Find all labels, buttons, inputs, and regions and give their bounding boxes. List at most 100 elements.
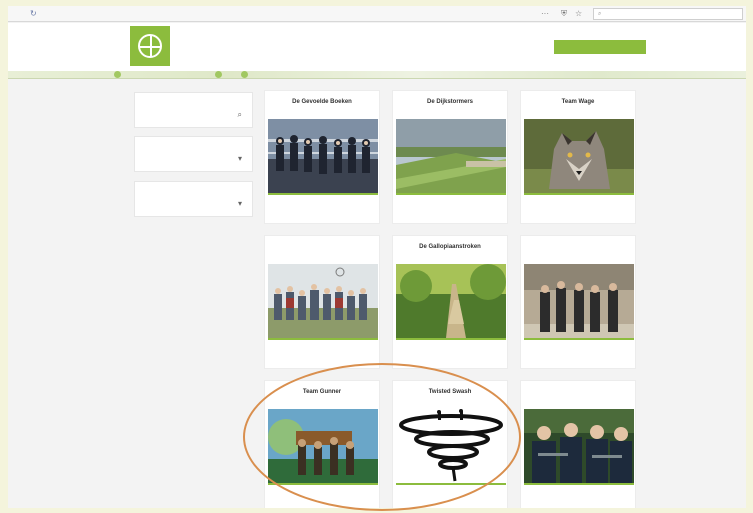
team-name[interactable]: De Gallopiaanstroken: [393, 244, 507, 252]
stat-label: [433, 354, 470, 360]
stat: [396, 346, 433, 360]
stat-label: [433, 209, 470, 215]
shield-icon[interactable]: ⛨: [561, 9, 567, 19]
stat-label: [268, 499, 305, 505]
team-photo[interactable]: [524, 119, 634, 193]
filter-value[interactable]: [145, 113, 225, 121]
stat: [469, 491, 506, 505]
stat-value: [268, 201, 305, 209]
team-card[interactable]: De Dijkstormers: [392, 90, 508, 224]
filter-select-2[interactable]: ▾: [134, 181, 253, 217]
filter-label: [145, 189, 225, 196]
stat-label: [396, 209, 433, 215]
stat: [561, 346, 598, 360]
team-card[interactable]: De Gevoelde Boeken: [264, 90, 380, 224]
stat-label: [524, 209, 561, 215]
browser-search[interactable]: ⌕: [593, 8, 743, 20]
stat: [268, 201, 305, 215]
stat-label: [268, 354, 305, 360]
filter-value[interactable]: [145, 202, 225, 210]
stat: [469, 346, 506, 360]
stat-label: [524, 354, 561, 360]
team-photo[interactable]: [268, 119, 378, 193]
team-card[interactable]: [520, 380, 636, 508]
card-divider: [524, 483, 634, 485]
stat: [561, 491, 598, 505]
more-icon[interactable]: ···: [541, 9, 549, 18]
filter-value[interactable]: [145, 157, 225, 165]
stat-value: [561, 491, 598, 499]
card-divider: [268, 338, 378, 340]
stat-value: [396, 346, 433, 354]
stat-label: [396, 354, 433, 360]
stat: [561, 201, 598, 215]
team-photo[interactable]: [524, 264, 634, 338]
stat: [433, 346, 470, 360]
main-nav: [178, 43, 344, 52]
team-photo[interactable]: [396, 119, 506, 193]
stat-label: [305, 209, 342, 215]
reload-icon[interactable]: ↻: [30, 9, 37, 19]
stat: [341, 201, 378, 215]
cta-button[interactable]: [554, 40, 646, 54]
stat: [305, 346, 342, 360]
nav-item-4[interactable]: [283, 43, 309, 52]
filter-label: [145, 100, 225, 107]
stat-value: [433, 346, 470, 354]
logo-icon: [138, 34, 162, 58]
team-stats: [524, 346, 634, 360]
team-card[interactable]: De Gallopiaanstroken: [392, 235, 508, 369]
team-photo[interactable]: [268, 264, 378, 338]
team-name[interactable]: [265, 244, 379, 252]
team-stats: [396, 201, 506, 215]
nav-item-3[interactable]: [248, 43, 274, 52]
search-icon: ⌕: [598, 10, 602, 17]
stat-label: [561, 354, 598, 360]
stat-value: [597, 491, 634, 499]
map-banner[interactable]: [8, 71, 746, 79]
nav-item-1[interactable]: [178, 43, 204, 52]
search-icon[interactable]: ⌕: [238, 110, 242, 120]
nav-item-2[interactable]: [213, 43, 239, 52]
stat-label: [561, 499, 598, 505]
stat-label: [597, 354, 634, 360]
team-photo[interactable]: [524, 409, 634, 483]
stat-label: [305, 354, 342, 360]
chevron-down-icon[interactable]: ▾: [238, 154, 242, 163]
stat: [597, 491, 634, 505]
stat: [469, 201, 506, 215]
map-marker-icon: [114, 71, 121, 78]
card-divider: [396, 193, 506, 195]
stat-value: [469, 491, 506, 499]
stat-label: [469, 499, 506, 505]
team-photo[interactable]: [396, 264, 506, 338]
site-logo[interactable]: [130, 26, 170, 66]
stat-value: [341, 201, 378, 209]
team-card[interactable]: [520, 235, 636, 369]
star-icon[interactable]: ☆: [575, 9, 582, 18]
map-marker-icon: [215, 71, 222, 78]
nav-item-5[interactable]: [318, 43, 344, 52]
card-divider: [396, 338, 506, 340]
filter-label: [145, 144, 225, 151]
filter-search[interactable]: ⌕: [134, 92, 253, 128]
filter-select-1[interactable]: ▾: [134, 136, 253, 172]
team-card[interactable]: Team Wage: [520, 90, 636, 224]
team-name[interactable]: De Dijkstormers: [393, 99, 507, 107]
stat-label: [469, 209, 506, 215]
stat-label: [469, 354, 506, 360]
highlight-ellipse: [243, 363, 521, 511]
zoom-level[interactable]: [516, 10, 534, 18]
stat: [597, 201, 634, 215]
stat-label: [341, 354, 378, 360]
team-name[interactable]: De Gevoelde Boeken: [265, 99, 379, 107]
team-name[interactable]: Team Wage: [521, 99, 635, 107]
address-bar[interactable]: [41, 10, 191, 18]
stat-value: [524, 201, 561, 209]
stat: [597, 346, 634, 360]
chevron-down-icon[interactable]: ▾: [238, 199, 242, 208]
team-name[interactable]: [521, 389, 635, 397]
team-name[interactable]: [521, 244, 635, 252]
team-card[interactable]: [264, 235, 380, 369]
team-stats: [268, 201, 378, 215]
